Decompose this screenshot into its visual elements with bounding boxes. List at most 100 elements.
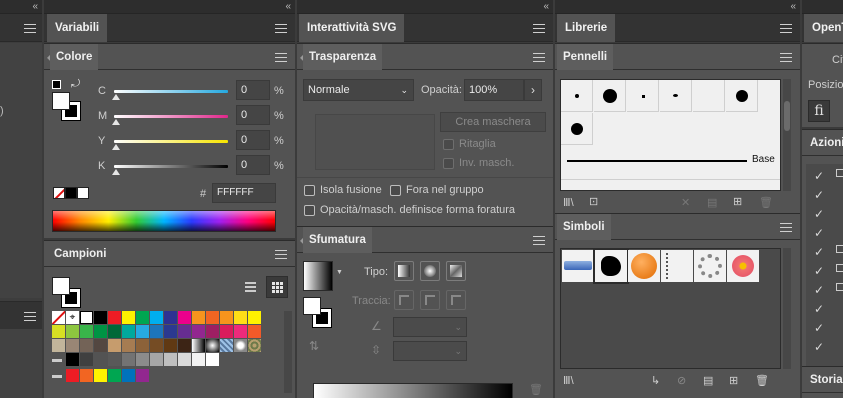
swatch[interactable] [164,339,177,352]
campioni-fill-stroke[interactable] [52,277,82,308]
swatch[interactable] [80,369,93,382]
dialog-toggle-icon[interactable] [836,283,843,291]
stroke-across-button[interactable] [446,290,466,310]
aspect-ratio-input[interactable]: ⌄ [393,341,467,361]
channel-y-knob[interactable] [112,144,120,150]
swatch-white[interactable] [80,311,93,324]
channel-c-input[interactable]: 0 [236,80,270,100]
clip-checkbox[interactable] [443,139,454,150]
action-check-icon[interactable]: ✓ [814,264,828,278]
swatch-pattern[interactable] [234,339,247,352]
trasparenza-menu-icon[interactable] [533,53,545,62]
swatch[interactable] [206,353,219,366]
brush-swatch[interactable] [726,80,758,112]
swatch[interactable] [150,325,163,338]
campioni-scrollbar[interactable] [284,311,292,393]
swatch[interactable] [80,339,93,352]
swatch[interactable] [192,353,205,366]
swatch[interactable] [122,325,135,338]
swatch[interactable] [108,353,121,366]
fill-swatch[interactable] [52,277,70,295]
swatch[interactable] [122,353,135,366]
swatch[interactable] [108,369,121,382]
tab-opentype[interactable]: OpenT [804,14,843,42]
action-check-icon[interactable]: ✓ [814,245,828,259]
brush-swatch[interactable] [594,80,626,112]
action-check-icon[interactable]: ✓ [814,283,828,297]
channel-c-knob[interactable] [112,94,120,100]
opacity-mask-checkbox[interactable] [304,205,315,216]
panel-menu-icon[interactable] [533,24,545,33]
swatch-folder-icon[interactable]: ▬ [52,353,65,366]
stroke-along-button[interactable] [420,290,440,310]
swap-colors-icon[interactable]: ⤾ [71,78,80,91]
symbol-library-icon[interactable]: Ⅲ\ [563,374,574,387]
swatch[interactable] [122,369,135,382]
swatch[interactable] [206,325,219,338]
swatch[interactable] [220,325,233,338]
swatch[interactable] [136,325,149,338]
trash-icon[interactable]: 🗑 [529,383,543,396]
brush-library-icon[interactable]: ⊡ [589,195,598,208]
channel-m-input[interactable]: 0 [236,105,270,125]
symbol-item[interactable] [661,250,693,282]
fill-swatch[interactable] [52,92,70,110]
new-symbol-icon[interactable]: ⊞ [729,374,738,387]
action-check-icon[interactable]: ✓ [814,207,828,221]
swatch[interactable] [234,325,247,338]
swatch-pattern[interactable] [220,339,233,352]
remove-stroke-icon[interactable]: ✕ [681,196,690,209]
swatch[interactable] [136,369,149,382]
swatch[interactable] [178,311,191,324]
swatch[interactable] [164,311,177,324]
new-brush-icon[interactable]: ⊞ [733,195,742,208]
swatch[interactable] [136,339,149,352]
swatch[interactable] [192,325,205,338]
knockout-group-checkbox[interactable] [390,185,401,196]
gradient-slider[interactable] [313,383,513,398]
swatch-gradient[interactable] [192,339,205,352]
tab-variabili[interactable]: Variabili [47,14,108,42]
action-check-icon[interactable]: ✓ [814,226,828,240]
channel-k-knob[interactable] [112,169,120,175]
swatch[interactable] [66,339,79,352]
opacity-input[interactable]: 100% [464,79,524,101]
grid-view-icon[interactable] [266,276,288,298]
swatch[interactable] [248,325,261,338]
swatch[interactable] [66,369,79,382]
gradient-fill-stroke[interactable] [303,297,333,328]
swatch[interactable] [178,353,191,366]
options-icon[interactable]: ▤ [707,196,717,209]
make-mask-button[interactable]: Crea maschera [440,112,546,132]
campioni-menu-icon[interactable] [275,250,287,259]
mask-thumbnail[interactable] [315,114,435,170]
gradient-dropdown-icon[interactable]: ▼ [336,269,343,276]
swatch[interactable] [94,339,107,352]
panel-menu-icon[interactable] [275,24,287,33]
opacity-arrow-button[interactable]: › [524,79,542,101]
panel-menu-icon[interactable] [780,24,792,33]
symbol-item[interactable] [694,250,726,282]
channel-m-slider[interactable] [114,115,228,118]
swatch[interactable] [108,311,121,324]
black-swatch[interactable] [65,187,77,199]
swatch-pattern[interactable] [248,339,261,352]
swap-icon[interactable]: ⇅ [309,339,319,353]
channel-k-slider[interactable] [114,165,228,168]
angle-input[interactable]: ⌄ [393,317,467,337]
channel-k-input[interactable]: 0 [236,155,270,175]
swatch-folder-icon[interactable]: ▬ [52,369,65,382]
swatch[interactable] [94,369,107,382]
break-link-icon[interactable]: ⊘ [677,374,686,387]
swatch[interactable] [94,325,107,338]
swatch[interactable] [136,353,149,366]
swatch[interactable] [122,311,135,324]
action-check-icon[interactable]: ✓ [814,169,828,183]
dialog-toggle-icon[interactable] [836,245,843,253]
linear-gradient-button[interactable] [394,261,414,281]
blend-mode-select[interactable]: Normale ⌄ [303,79,414,101]
swatch[interactable] [178,325,191,338]
action-check-icon[interactable]: ✓ [814,340,828,354]
swatch[interactable] [80,353,93,366]
gradient-preview[interactable] [303,261,333,291]
